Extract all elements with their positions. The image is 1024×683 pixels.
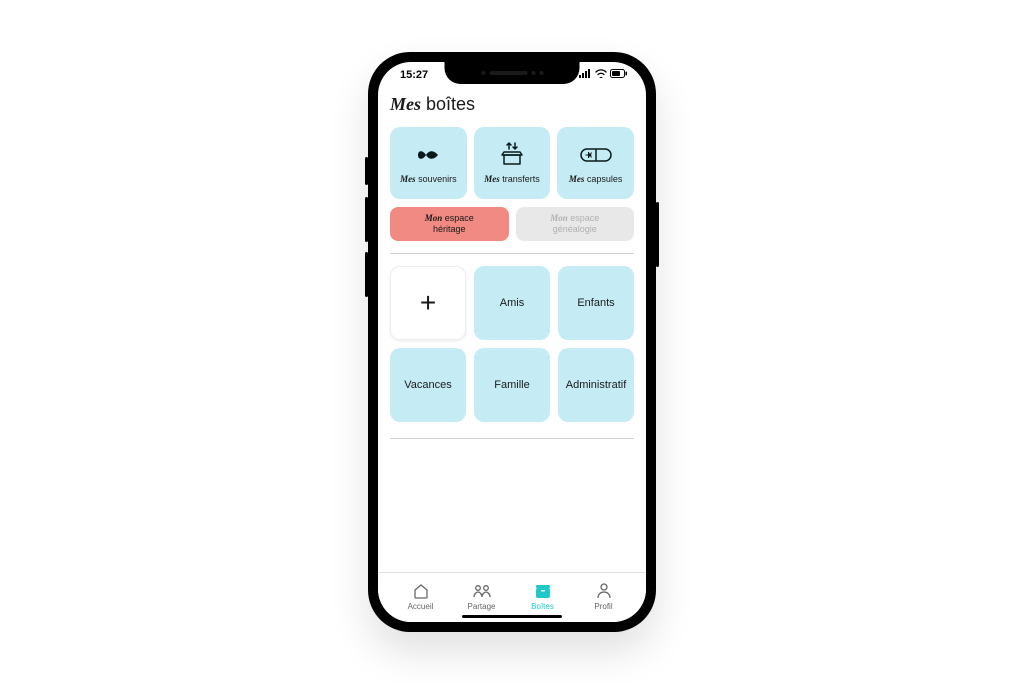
volume-up-button <box>365 197 368 242</box>
tab-label: Boîtes <box>531 602 554 611</box>
notch <box>445 62 580 84</box>
status-icons <box>579 69 628 81</box>
home-icon <box>412 581 430 601</box>
tile-capsules[interactable]: Mes capsules <box>557 127 634 199</box>
tile-label: Mes souvenirs <box>400 174 457 184</box>
screen: 15:27 Mes boîtes <box>378 62 646 622</box>
box-administratif[interactable]: Administratif <box>558 348 634 422</box>
tab-label: Partage <box>467 602 495 611</box>
power-button <box>656 202 659 267</box>
tab-accueil[interactable]: Accueil <box>390 581 451 611</box>
share-icon <box>472 581 492 601</box>
tile-genealogy[interactable]: Mon espacegénéalogie <box>516 207 635 241</box>
transfer-box-icon <box>497 141 527 169</box>
tile-heritage[interactable]: Mon espacehéritage <box>390 207 509 241</box>
tile-transferts[interactable]: Mes transferts <box>474 127 551 199</box>
tab-label: Accueil <box>408 602 434 611</box>
wifi-icon <box>595 69 607 81</box>
infinity-icon <box>412 141 444 169</box>
signal-icon <box>579 69 592 81</box>
tab-profil[interactable]: Profil <box>573 581 634 611</box>
box-icon <box>534 581 552 601</box>
battery-icon <box>610 69 628 81</box>
box-vacances[interactable]: Vacances <box>390 348 466 422</box>
capsule-icon <box>579 141 613 169</box>
phone-frame: 15:27 Mes boîtes <box>368 52 656 632</box>
tile-label: Mes transferts <box>484 174 540 184</box>
content: Mes boîtes Mes souvenirs Mes transferts <box>378 88 646 572</box>
box-label: Administratif <box>566 379 627 391</box>
status-time: 15:27 <box>400 69 428 81</box>
divider <box>390 253 634 254</box>
tile-label: Mes capsules <box>569 174 623 184</box>
boxes-grid: + Amis Enfants Vacances Famille Administ… <box>390 266 634 422</box>
tab-partage[interactable]: Partage <box>451 581 512 611</box>
tile-label: Mon espacehéritage <box>425 213 474 235</box>
divider <box>390 438 634 439</box>
side-button <box>365 157 368 185</box>
profile-icon <box>596 581 612 601</box>
plus-icon: + <box>420 287 436 319</box>
box-label: Famille <box>494 379 529 391</box>
add-box-button[interactable]: + <box>390 266 466 340</box>
tab-boites[interactable]: Boîtes <box>512 581 573 611</box>
mid-tiles-grid: Mon espacehéritage Mon espacegénéalogie <box>390 207 634 241</box>
box-enfants[interactable]: Enfants <box>558 266 634 340</box>
box-famille[interactable]: Famille <box>474 348 550 422</box>
top-tiles-grid: Mes souvenirs Mes transferts Mes capsule… <box>390 127 634 199</box>
box-label: Amis <box>500 297 524 309</box>
volume-down-button <box>365 252 368 297</box>
tab-label: Profil <box>594 602 612 611</box>
tile-souvenirs[interactable]: Mes souvenirs <box>390 127 467 199</box>
home-indicator <box>462 615 562 618</box>
tile-label: Mon espacegénéalogie <box>550 213 599 235</box>
box-label: Vacances <box>404 379 452 391</box>
page-title: Mes boîtes <box>390 94 634 115</box>
box-label: Enfants <box>577 297 614 309</box>
box-amis[interactable]: Amis <box>474 266 550 340</box>
